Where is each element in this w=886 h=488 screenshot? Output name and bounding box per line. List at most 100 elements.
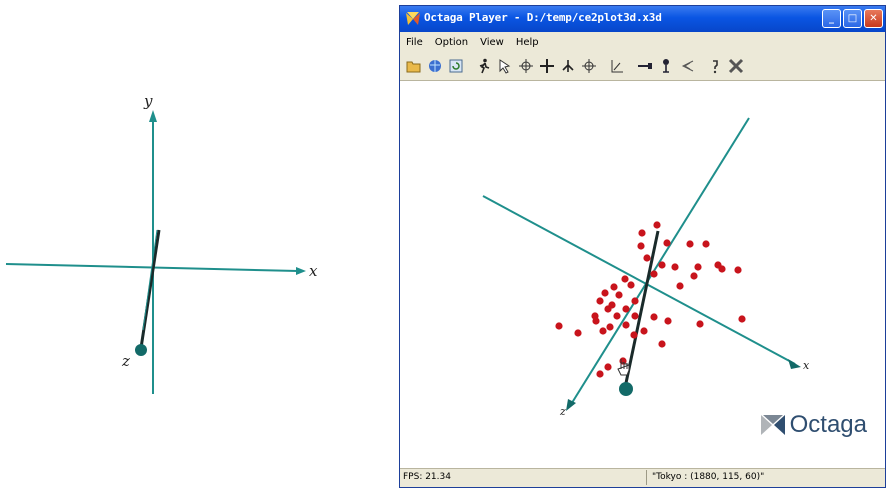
data-point[interactable] [650,270,658,278]
data-point[interactable] [663,239,671,247]
data-point[interactable] [621,275,629,283]
data-point[interactable] [627,281,635,289]
data-point[interactable] [643,254,651,262]
title-bar[interactable]: Octaga Player - D:/temp/ce2plot3d.x3d _ … [400,6,885,32]
data-point[interactable] [650,313,658,321]
walk-button[interactable] [474,56,494,76]
data-point[interactable] [596,297,604,305]
octaga-branding: Octaga [760,411,867,439]
z-axis-line [139,229,161,349]
scene-cone [619,382,633,396]
data-point[interactable] [658,340,666,348]
data-point[interactable] [604,305,612,313]
pan-button[interactable] [537,56,557,76]
data-point[interactable] [653,221,661,229]
data-point[interactable] [622,305,630,313]
data-point[interactable] [664,317,672,325]
center-button[interactable] [579,56,599,76]
examine-icon [519,59,533,73]
level-button[interactable] [607,56,627,76]
fly-button[interactable] [558,56,578,76]
data-points [555,221,746,378]
headlight-icon [663,59,669,73]
straighten-button[interactable] [635,56,655,76]
y-axis-label: y [143,92,153,110]
maximize-button[interactable]: □ [843,9,862,28]
status-bar: FPS: 21.34 "Tokyo : (1880, 115, 60)" [400,468,885,487]
data-point[interactable] [702,240,710,248]
collision-button[interactable] [677,56,697,76]
data-point[interactable] [630,331,638,339]
straighten-icon [638,63,652,69]
data-point[interactable] [610,283,618,291]
settings-icon [728,58,744,74]
y-axis-arrowhead [149,110,157,122]
selection-readout: "Tokyo : (1880, 115, 60)" [652,472,765,482]
3d-viewport[interactable]: x z Octaga [400,81,885,469]
scene-axis-2 [569,117,750,407]
data-point[interactable] [637,242,645,250]
data-point[interactable] [596,370,604,378]
data-point[interactable] [631,312,639,320]
status-divider [646,470,647,485]
data-point[interactable] [613,312,621,320]
scene-z-arrowhead [566,399,576,411]
close-button[interactable]: ✕ [864,9,883,28]
scene-x-arrowhead [788,359,801,369]
reload-button[interactable] [446,56,466,76]
octaga-brand-icon [760,415,785,435]
data-point[interactable] [555,322,563,330]
center-icon [582,59,596,73]
settings-button[interactable] [726,56,746,76]
axes-figure: x y z [5,92,318,394]
data-point[interactable] [658,261,666,269]
data-point[interactable] [604,363,612,371]
data-point[interactable] [694,263,702,271]
data-point[interactable] [738,315,746,323]
open-url-button[interactable] [425,56,445,76]
x-axis-label: x [309,262,318,280]
menu-file[interactable]: File [406,37,423,48]
scene-axis-1 [482,195,796,365]
info-icon [713,60,718,74]
toolbar [400,52,885,81]
pointer-button[interactable] [495,56,515,76]
menu-option[interactable]: Option [435,37,468,48]
z-axis-cone [135,344,147,356]
z-axis-label: z [121,352,130,370]
minimize-icon: _ [829,12,834,24]
headlight-button[interactable] [656,56,676,76]
window-title: Octaga Player - D:/temp/ce2plot3d.x3d [424,11,662,24]
data-point[interactable] [676,282,684,290]
data-point[interactable] [622,321,630,329]
fps-readout: FPS: 21.34 [403,472,451,482]
fly-icon [562,60,574,72]
data-point[interactable] [615,291,623,299]
data-point[interactable] [599,327,607,335]
minimize-button[interactable]: _ [822,9,841,28]
data-point[interactable] [640,327,648,335]
data-point[interactable] [606,323,614,331]
data-point[interactable] [686,240,694,248]
menu-bar: File Option View Help [400,32,885,52]
data-point[interactable] [574,329,582,337]
data-point[interactable] [592,317,600,325]
menu-help[interactable]: Help [516,37,539,48]
open-file-icon [406,61,421,73]
data-point[interactable] [690,272,698,280]
menu-view[interactable]: View [480,37,504,48]
open-url-icon [429,60,441,72]
data-point[interactable] [718,265,726,273]
walk-icon [479,58,490,74]
collision-icon [681,60,694,72]
octaga-player-window: Octaga Player - D:/temp/ce2plot3d.x3d _ … [399,5,886,488]
data-point[interactable] [671,263,679,271]
open-file-button[interactable] [404,56,424,76]
data-point[interactable] [696,320,704,328]
data-point[interactable] [631,297,639,305]
examine-button[interactable] [516,56,536,76]
data-point[interactable] [638,229,646,237]
data-point[interactable] [734,266,742,274]
info-button[interactable] [705,56,725,76]
data-point[interactable] [601,289,609,297]
